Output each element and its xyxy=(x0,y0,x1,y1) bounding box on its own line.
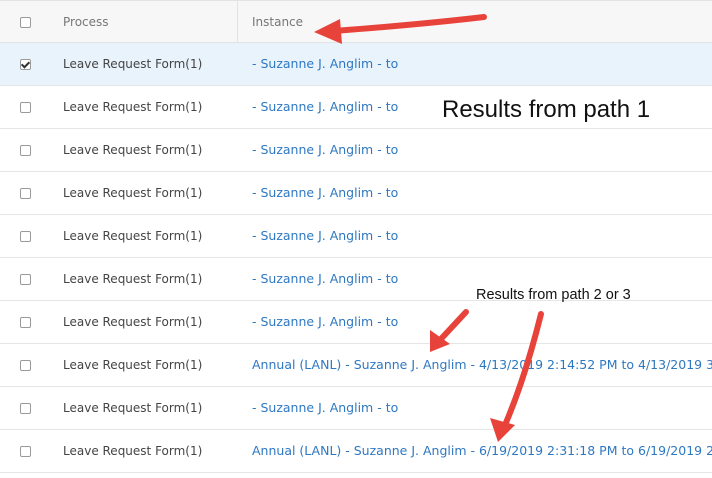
table-row[interactable]: Leave Request Form(1) Annual (LANL) - Suz… xyxy=(0,430,712,473)
annotation-path1: Results from path 1 xyxy=(442,96,651,123)
process-cell: Leave Request Form(1) xyxy=(63,272,203,286)
row-checkbox[interactable] xyxy=(20,188,31,199)
instance-link[interactable]: - Suzanne J. Anglim - to xyxy=(252,185,398,200)
process-cell: Leave Request Form(1) xyxy=(63,401,203,415)
select-all-checkbox[interactable] xyxy=(20,17,31,28)
row-checkbox[interactable] xyxy=(20,102,31,113)
table-header: Process Instance xyxy=(0,0,712,43)
row-checkbox[interactable] xyxy=(20,231,31,242)
instance-link[interactable]: - Suzanne J. Anglim - to xyxy=(252,99,398,114)
instance-link[interactable]: - Suzanne J. Anglim - to xyxy=(252,56,398,71)
column-header-process[interactable]: Process xyxy=(63,15,109,29)
row-checkbox[interactable] xyxy=(20,446,31,457)
process-cell: Leave Request Form(1) xyxy=(63,100,203,114)
process-cell: Leave Request Form(1) xyxy=(63,143,203,157)
row-checkbox[interactable] xyxy=(20,360,31,371)
table-row[interactable]: Leave Request Form(1) - Suzanne J. Anglim… xyxy=(0,215,712,258)
instance-link[interactable]: - Suzanne J. Anglim - to xyxy=(252,271,398,286)
table-row[interactable]: Leave Request Form(1) - Suzanne J. Anglim… xyxy=(0,129,712,172)
instance-link[interactable]: - Suzanne J. Anglim - to xyxy=(252,228,398,243)
column-header-instance[interactable]: Instance xyxy=(252,15,303,29)
process-cell: Leave Request Form(1) xyxy=(63,229,203,243)
table-row[interactable]: Leave Request Form(1) - Suzanne J. Anglim… xyxy=(0,301,712,344)
instance-link[interactable]: - Suzanne J. Anglim - to xyxy=(252,142,398,157)
row-checkbox[interactable] xyxy=(20,145,31,156)
instance-link[interactable]: Annual (LANL) - Suzanne J. Anglim - 4/13… xyxy=(252,357,712,372)
process-cell: Leave Request Form(1) xyxy=(63,444,203,458)
instances-table: Process Instance Leave Request Form(1) - … xyxy=(0,0,712,473)
process-cell: Leave Request Form(1) xyxy=(63,57,203,71)
table-row[interactable]: Leave Request Form(1) - Suzanne J. Anglim… xyxy=(0,387,712,430)
table-row[interactable]: Leave Request Form(1) - Suzanne J. Anglim… xyxy=(0,172,712,215)
row-checkbox[interactable] xyxy=(20,274,31,285)
process-cell: Leave Request Form(1) xyxy=(63,358,203,372)
column-divider xyxy=(237,1,238,42)
instance-link[interactable]: - Suzanne J. Anglim - to xyxy=(252,400,398,415)
row-checkbox[interactable] xyxy=(20,403,31,414)
annotation-path23: Results from path 2 or 3 xyxy=(476,287,631,303)
instance-link[interactable]: - Suzanne J. Anglim - to xyxy=(252,314,398,329)
row-checkbox[interactable] xyxy=(20,317,31,328)
table-row[interactable]: Leave Request Form(1) - Suzanne J. Anglim… xyxy=(0,43,712,86)
row-checkbox[interactable] xyxy=(20,59,31,70)
process-cell: Leave Request Form(1) xyxy=(63,186,203,200)
process-cell: Leave Request Form(1) xyxy=(63,315,203,329)
instance-link[interactable]: Annual (LANL) - Suzanne J. Anglim - 6/19… xyxy=(252,443,712,458)
table-row[interactable]: Leave Request Form(1) Annual (LANL) - Suz… xyxy=(0,344,712,387)
